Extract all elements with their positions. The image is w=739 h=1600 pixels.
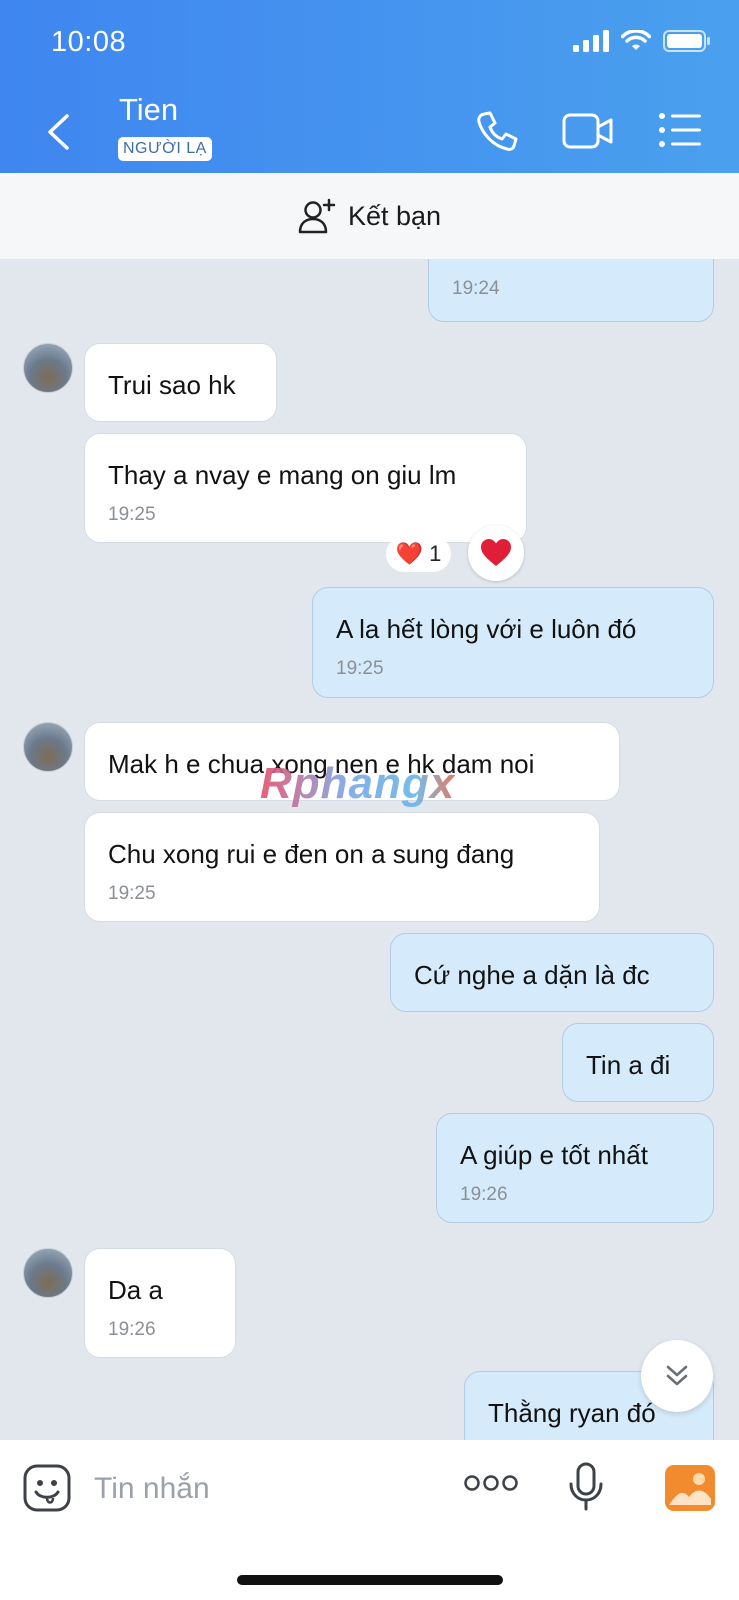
react-button[interactable]: [468, 525, 524, 581]
heart-icon: ❤️: [395, 541, 424, 566]
back-button[interactable]: [40, 108, 80, 156]
battery-icon: [663, 30, 710, 52]
voice-call-button[interactable]: [474, 108, 520, 159]
message-bubble-incoming[interactable]: Thay a nvay e mang on giu lm 19:25: [84, 433, 527, 543]
message-time: 19:26: [108, 1319, 156, 1340]
chat-options-button[interactable]: [658, 110, 702, 155]
chat-header: 10:08 Tien NGƯỜI LẠ: [0, 0, 739, 173]
message-time: 19:25: [108, 883, 156, 904]
avatar[interactable]: [23, 722, 73, 772]
message-time: 19:25: [336, 658, 384, 679]
message-text: Thay a nvay e mang on giu lm: [108, 460, 457, 490]
message-time: 19:25: [108, 504, 156, 525]
video-camera-icon: [562, 113, 613, 149]
more-dots-icon: [464, 1475, 518, 1491]
message-text: A la hết lòng với e luôn đó: [336, 614, 637, 644]
message-bubble-incoming[interactable]: Da a 19:26: [84, 1248, 236, 1358]
avatar[interactable]: [23, 1248, 73, 1298]
list-menu-icon: [659, 113, 701, 147]
message-text: Tin a đi: [586, 1050, 671, 1080]
heart-icon: [481, 539, 511, 566]
video-call-button[interactable]: [562, 110, 614, 157]
scroll-to-bottom-button[interactable]: [641, 1340, 713, 1412]
message-text: Chu xong rui e đen on a sung đang: [108, 839, 515, 869]
status-icons: [573, 30, 711, 52]
avatar[interactable]: [23, 343, 73, 393]
reaction-count: 1: [429, 541, 442, 566]
sticker-button[interactable]: [23, 1464, 71, 1517]
message-bubble-outgoing[interactable]: 19:24: [428, 259, 714, 322]
contact-name[interactable]: Tien: [119, 92, 178, 128]
message-bubble-outgoing[interactable]: Tin a đi: [562, 1023, 714, 1102]
chevron-left-icon: [48, 114, 69, 150]
message-time: 19:26: [460, 1184, 508, 1205]
message-text: Da a: [108, 1275, 163, 1305]
message-text: A giúp e tốt nhất: [460, 1140, 648, 1170]
photo-picker-button[interactable]: [665, 1465, 715, 1516]
wifi-icon: [621, 30, 651, 50]
add-user-icon: [298, 198, 336, 234]
message-bubble-outgoing[interactable]: A la hết lòng với e luôn đó 19:25: [312, 587, 714, 698]
status-time: 10:08: [51, 26, 127, 58]
message-time: 19:24: [452, 278, 500, 299]
phone-icon: [477, 111, 518, 151]
add-friend-label: Kết bạn: [347, 200, 442, 231]
message-text: Cứ nghe a dặn là đc: [414, 960, 650, 990]
sticker-face-icon: [23, 1464, 71, 1512]
message-text: Trui sao hk: [108, 370, 236, 400]
voice-record-button[interactable]: [568, 1462, 604, 1517]
image-gallery-icon: [665, 1465, 715, 1511]
double-chevron-down-icon: [666, 1365, 688, 1386]
message-input[interactable]: Tin nhắn: [94, 1472, 210, 1506]
message-list[interactable]: 19:24 Trui sao hk Thay a nvay e mang on …: [0, 259, 739, 1440]
reaction-summary[interactable]: ❤️ 1: [386, 536, 451, 572]
message-bubble-outgoing[interactable]: A giúp e tốt nhất 19:26: [436, 1113, 714, 1223]
signal-icon: [573, 30, 609, 52]
more-options-button[interactable]: [464, 1472, 518, 1499]
microphone-icon: [569, 1462, 603, 1511]
stranger-badge: NGƯỜI LẠ: [118, 137, 212, 161]
message-bubble-outgoing[interactable]: Cứ nghe a dặn là đc: [390, 933, 714, 1012]
home-indicator: [237, 1575, 503, 1585]
add-friend-button[interactable]: Kết bạn: [0, 173, 739, 259]
message-bubble-incoming[interactable]: Trui sao hk: [84, 343, 277, 422]
watermark: Rphangx: [260, 759, 456, 808]
message-bubble-incoming[interactable]: Chu xong rui e đen on a sung đang 19:25: [84, 812, 600, 922]
message-text: Thằng ryan đó: [488, 1398, 656, 1428]
